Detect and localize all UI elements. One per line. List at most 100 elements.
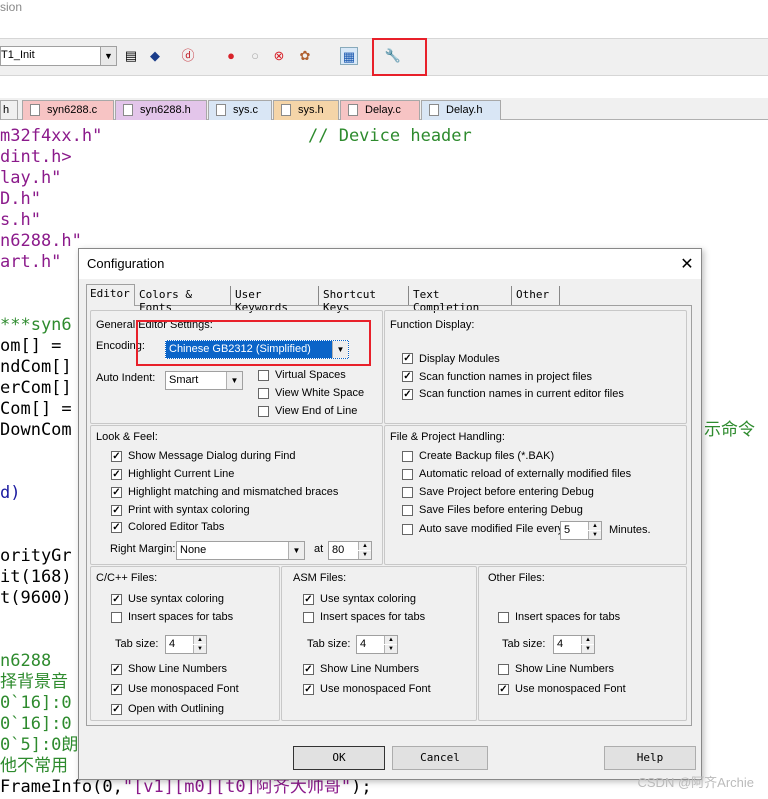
spin-up-icon[interactable]: ▲ [193,636,206,644]
code-line: lay.h" [0,168,62,188]
other-files-heading: Other Files: [488,572,545,584]
scan-current-label: Scan function names in current editor fi… [419,388,624,400]
virtual-spaces-label: Virtual Spaces [275,369,346,381]
other-monospaced-checkbox[interactable]: ✓ [498,684,509,695]
asm-tab-size-spinner[interactable]: 4 ▲ ▼ [356,635,398,654]
settings-icon[interactable]: ✿ [296,47,314,65]
tab-editor[interactable]: Editor [86,284,135,306]
code-line: m32f4xx.h" [0,126,103,146]
cancel-button[interactable]: Cancel [392,746,488,770]
scan-current-checkbox[interactable]: ✓ [402,389,413,400]
manage-components-icon[interactable]: ◆ [146,47,164,65]
display-modules-checkbox[interactable]: ✓ [402,353,413,364]
auto-reload-checkbox[interactable] [402,469,413,480]
disable-breakpoint-icon[interactable]: ○ [246,47,264,65]
debug-icon[interactable]: ⓓ [179,47,197,65]
spin-up-icon[interactable]: ▲ [588,522,601,530]
c-outlining-label: Open with Outlining [128,703,224,715]
window-layout-icon[interactable]: ▦ [340,47,358,65]
c-syntax-coloring-checkbox[interactable]: ✓ [111,594,122,605]
kill-breakpoints-icon[interactable]: ⊗ [270,47,288,65]
code-line: erCom[] [0,378,72,398]
other-tab-size-label: Tab size: [502,638,546,650]
chevron-down-icon[interactable]: ▼ [100,47,116,65]
file-tab[interactable]: syn6288.c [22,100,114,120]
tab-other[interactable]: Other [513,286,560,305]
code-line: ndCom[] [0,357,72,377]
other-tab-size-spinner[interactable]: 4 ▲ ▼ [553,635,595,654]
c-outlining-checkbox[interactable]: ✓ [111,704,122,715]
c-syntax-coloring-label: Use syntax coloring [128,593,224,605]
create-backup-checkbox[interactable] [402,451,413,462]
c-monospaced-checkbox[interactable]: ✓ [111,684,122,695]
margin-column-spinner[interactable]: 80 ▲ ▼ [328,541,372,560]
colored-editor-tabs-checkbox[interactable]: ✓ [111,522,122,533]
window-title: sion [0,0,23,14]
asm-insert-spaces-checkbox[interactable] [303,612,314,623]
tab-colors-fonts[interactable]: Colors & Fonts [136,286,231,314]
c-tab-size-spinner[interactable]: 4 ▲ ▼ [165,635,207,654]
spin-down-icon[interactable]: ▼ [588,531,601,539]
asm-line-numbers-checkbox[interactable]: ✓ [303,664,314,675]
view-white-space-checkbox[interactable] [258,388,269,399]
file-tab[interactable]: sys.h [273,100,339,120]
tab-shortcut-keys[interactable]: Shortcut Keys [320,286,409,314]
spin-up-icon[interactable]: ▲ [384,636,397,644]
asm-syntax-coloring-checkbox[interactable]: ✓ [303,594,314,605]
scan-project-checkbox[interactable]: ✓ [402,371,413,382]
look-feel-option-label: Highlight matching and mismatched braces [128,486,339,498]
chevron-down-icon[interactable]: ▼ [226,372,242,389]
highlight-current-line-checkbox[interactable]: ✓ [111,469,122,480]
c-file-icon [216,104,226,116]
spin-up-icon[interactable]: ▲ [581,636,594,644]
display-modules-label: Display Modules [419,353,500,365]
auto-save-checkbox[interactable] [402,524,413,535]
file-tab[interactable]: Delay.h [421,100,501,120]
c-line-numbers-checkbox[interactable]: ✓ [111,664,122,675]
c-file-icon [30,104,40,116]
print-syntax-coloring-checkbox[interactable]: ✓ [111,505,122,516]
other-line-numbers-checkbox[interactable] [498,664,509,675]
dialog-title: Configuration [87,256,165,271]
show-message-dialog-checkbox[interactable]: ✓ [111,451,122,462]
file-tab[interactable]: h [0,100,18,120]
spin-down-icon[interactable]: ▼ [358,551,371,559]
tab-user-keywords[interactable]: User Keywords [232,286,319,314]
view-end-of-line-checkbox[interactable] [258,406,269,417]
auto-save-minutes-spinner[interactable]: 5 ▲ ▼ [560,521,602,540]
file-tab[interactable]: sys.c [208,100,272,120]
code-comment: // Device header [308,126,472,146]
file-project-option-label: Save Files before entering Debug [419,504,583,516]
code-line: 0`16]:0 [0,714,72,734]
spin-down-icon[interactable]: ▼ [581,645,594,653]
spin-down-icon[interactable]: ▼ [193,645,206,653]
chevron-down-icon[interactable]: ▼ [288,542,304,559]
save-files-debug-checkbox[interactable] [402,505,413,516]
asm-monospaced-checkbox[interactable]: ✓ [303,684,314,695]
asm-tab-size-label: Tab size: [307,638,351,650]
code-line: 0`5]:0朗 [0,735,79,755]
h-file-icon [429,104,439,116]
help-button[interactable]: Help [604,746,696,770]
options-for-target-icon[interactable]: ▤ [122,47,140,65]
minutes-label: Minutes. [609,524,651,536]
save-project-debug-checkbox[interactable] [402,487,413,498]
close-icon[interactable]: ✕ [679,254,695,273]
other-insert-spaces-checkbox[interactable] [498,612,509,623]
code-line: ***syn6 [0,315,72,335]
code-line: FrameInfo(0,"[v1][m0][t0]阿齐大帅哥"); [0,777,372,797]
breakpoint-icon[interactable]: ● [222,47,240,65]
c-insert-spaces-checkbox[interactable] [111,612,122,623]
highlight-braces-checkbox[interactable]: ✓ [111,487,122,498]
spin-down-icon[interactable]: ▼ [384,645,397,653]
auto-indent-select[interactable]: Smart ▼ [165,371,243,390]
encoding-highlight-box [136,320,371,366]
virtual-spaces-checkbox[interactable] [258,370,269,381]
ok-button[interactable]: OK [293,746,385,770]
tab-text-completion[interactable]: Text Completion [410,286,512,314]
right-margin-select[interactable]: None ▼ [176,541,305,560]
spin-up-icon[interactable]: ▲ [358,542,371,550]
file-tab[interactable]: syn6288.h [115,100,207,120]
file-tab[interactable]: Delay.c [340,100,420,120]
code-line: Com[] = [0,399,72,419]
